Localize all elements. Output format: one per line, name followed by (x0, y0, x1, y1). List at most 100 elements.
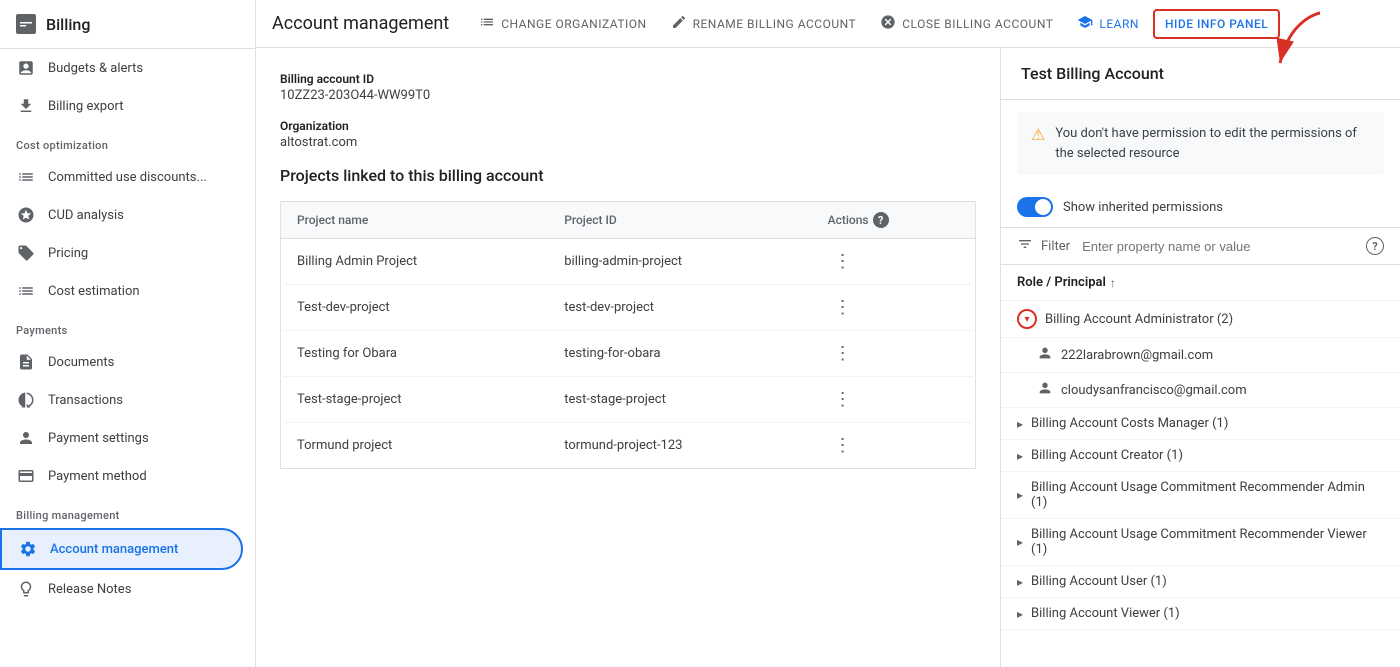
show-inherited-toggle[interactable] (1017, 197, 1053, 217)
warning-icon: ⚠ (1031, 125, 1045, 144)
project-name: Billing Admin Project (281, 239, 549, 285)
cost-estimation-icon (16, 282, 36, 300)
table-row: Test-stage-project test-stage-project ⋮ (281, 377, 976, 423)
kebab-menu-button[interactable]: ⋮ (828, 387, 858, 412)
role-item[interactable]: ▸ Billing Account Usage Commitment Recom… (1001, 472, 1400, 519)
role-expand-icon: ▸ (1017, 575, 1023, 589)
kebab-menu-button[interactable]: ⋮ (828, 295, 858, 320)
sort-icon[interactable]: ↑ (1110, 276, 1116, 290)
projects-section-title: Projects linked to this billing account (280, 166, 976, 185)
person-icon (1037, 345, 1053, 365)
project-actions: ⋮ (812, 423, 976, 469)
sidebar-item-documents[interactable]: Documents (0, 343, 243, 381)
sidebar-item-release-notes-label: Release Notes (48, 582, 131, 597)
project-id: testing-for-obara (548, 331, 811, 377)
sidebar-header: Billing (0, 0, 255, 49)
learn-button[interactable]: LEARN (1067, 8, 1149, 39)
role-collapse-icon: ▾ (1017, 309, 1037, 329)
sidebar-app-title: Billing (46, 15, 90, 34)
sidebar: Billing Budgets & alerts Billing export … (0, 0, 256, 667)
project-id: billing-admin-project (548, 239, 811, 285)
budgets-icon (16, 59, 36, 77)
sidebar-item-account-management[interactable]: Account management (0, 528, 243, 570)
project-id: tormund-project-123 (548, 423, 811, 469)
info-panel: Test Billing Account ⚠ You don't have pe… (1000, 48, 1400, 667)
sidebar-item-transactions[interactable]: Transactions (0, 381, 243, 419)
kebab-menu-button[interactable]: ⋮ (828, 249, 858, 274)
role-expand-icon: ▸ (1017, 607, 1023, 621)
project-name: Test-dev-project (281, 285, 549, 331)
sidebar-item-transactions-label: Transactions (48, 393, 123, 408)
kebab-menu-button[interactable]: ⋮ (828, 433, 858, 458)
sidebar-item-payment-method-label: Payment method (48, 469, 147, 484)
sidebar-item-committed-use[interactable]: Committed use discounts... (0, 158, 243, 196)
role-item[interactable]: ▸ Billing Account Viewer (1) (1001, 598, 1400, 630)
actions-label: Actions (828, 213, 869, 227)
filter-input[interactable] (1082, 239, 1358, 254)
role-label: Billing Account Administrator (2) (1045, 312, 1233, 327)
project-name: Testing for Obara (281, 331, 549, 377)
payment-settings-icon (16, 429, 36, 447)
main-panel: Billing account ID 10ZZ23-203O44-WW99T0 … (256, 48, 1000, 667)
table-row: Tormund project tormund-project-123 ⋮ (281, 423, 976, 469)
permission-warning: ⚠ You don't have permission to edit the … (1017, 112, 1384, 175)
filter-label: Filter (1041, 239, 1070, 254)
role-item[interactable]: ▸ Billing Account Costs Manager (1) (1001, 408, 1400, 440)
sidebar-item-payment-method[interactable]: Payment method (0, 457, 243, 495)
project-name: Tormund project (281, 423, 549, 469)
kebab-menu-button[interactable]: ⋮ (828, 341, 858, 366)
role-expand-icon: ▸ (1017, 488, 1023, 502)
sidebar-item-billing-export[interactable]: Billing export (0, 87, 243, 125)
learn-icon (1077, 14, 1093, 33)
rename-button[interactable]: RENAME BILLING ACCOUNT (661, 8, 867, 39)
person-icon (1037, 380, 1053, 400)
role-item[interactable]: ▸ Billing Account User (1) (1001, 566, 1400, 598)
col-project-id: Project ID (548, 202, 811, 239)
sidebar-item-cost-estimation-label: Cost estimation (48, 284, 140, 299)
sidebar-item-cud-label: CUD analysis (48, 208, 124, 223)
project-id: test-dev-project (548, 285, 811, 331)
sidebar-item-account-management-label: Account management (50, 542, 178, 557)
projects-table: Project name Project ID Actions ? Billin… (280, 201, 976, 469)
hide-info-panel-button[interactable]: HIDE INFO PANEL (1153, 9, 1280, 39)
role-expand-icon: ▸ (1017, 417, 1023, 431)
project-actions: ⋮ (812, 285, 976, 331)
sidebar-item-release-notes[interactable]: Release Notes (0, 570, 243, 608)
sidebar-item-budgets[interactable]: Budgets & alerts (0, 49, 243, 87)
warning-text: You don't have permission to edit the pe… (1055, 124, 1370, 163)
close-account-icon (880, 14, 896, 33)
role-item[interactable]: ▸ Billing Account Usage Commitment Recom… (1001, 519, 1400, 566)
filter-row: Filter ? (1001, 227, 1400, 265)
sidebar-item-payment-settings[interactable]: Payment settings (0, 419, 243, 457)
table-row: Testing for Obara testing-for-obara ⋮ (281, 331, 976, 377)
rename-icon (671, 14, 687, 33)
role-expand-icon: ▸ (1017, 535, 1023, 549)
sidebar-item-cost-estimation[interactable]: Cost estimation (0, 272, 243, 310)
learn-label: LEARN (1099, 17, 1139, 31)
toggle-knob (1035, 199, 1051, 215)
filter-help-icon[interactable]: ? (1366, 237, 1384, 255)
documents-icon (16, 353, 36, 371)
committed-use-icon (16, 168, 36, 186)
info-panel-label: HIDE INFO PANEL (1165, 17, 1268, 31)
sidebar-item-pricing[interactable]: Pricing (0, 234, 243, 272)
info-panel-title: Test Billing Account (1001, 48, 1400, 100)
main-area: Account management CHANGE ORGANIZATION R… (256, 0, 1400, 667)
filter-icon (1017, 236, 1033, 256)
page-title: Account management (272, 13, 449, 34)
role-principal-label: Role / Principal ↑ (1017, 275, 1116, 290)
show-inherited-label: Show inherited permissions (1063, 200, 1223, 215)
role-item[interactable]: ▾ Billing Account Administrator (2) (1001, 301, 1400, 338)
col-project-name: Project name (281, 202, 549, 239)
organization-value: altostrat.com (280, 135, 976, 150)
sidebar-item-billing-export-label: Billing export (48, 99, 123, 114)
account-management-icon (18, 540, 38, 558)
actions-help-icon[interactable]: ? (873, 212, 889, 228)
close-account-button[interactable]: CLOSE BILLING ACCOUNT (870, 8, 1063, 39)
project-actions: ⋮ (812, 331, 976, 377)
change-org-button[interactable]: CHANGE ORGANIZATION (469, 8, 656, 39)
role-item[interactable]: ▸ Billing Account Creator (1) (1001, 440, 1400, 472)
sidebar-item-budgets-label: Budgets & alerts (48, 61, 143, 76)
sidebar-item-cud-analysis[interactable]: CUD analysis (0, 196, 243, 234)
role-label: Billing Account Viewer (1) (1031, 606, 1180, 621)
